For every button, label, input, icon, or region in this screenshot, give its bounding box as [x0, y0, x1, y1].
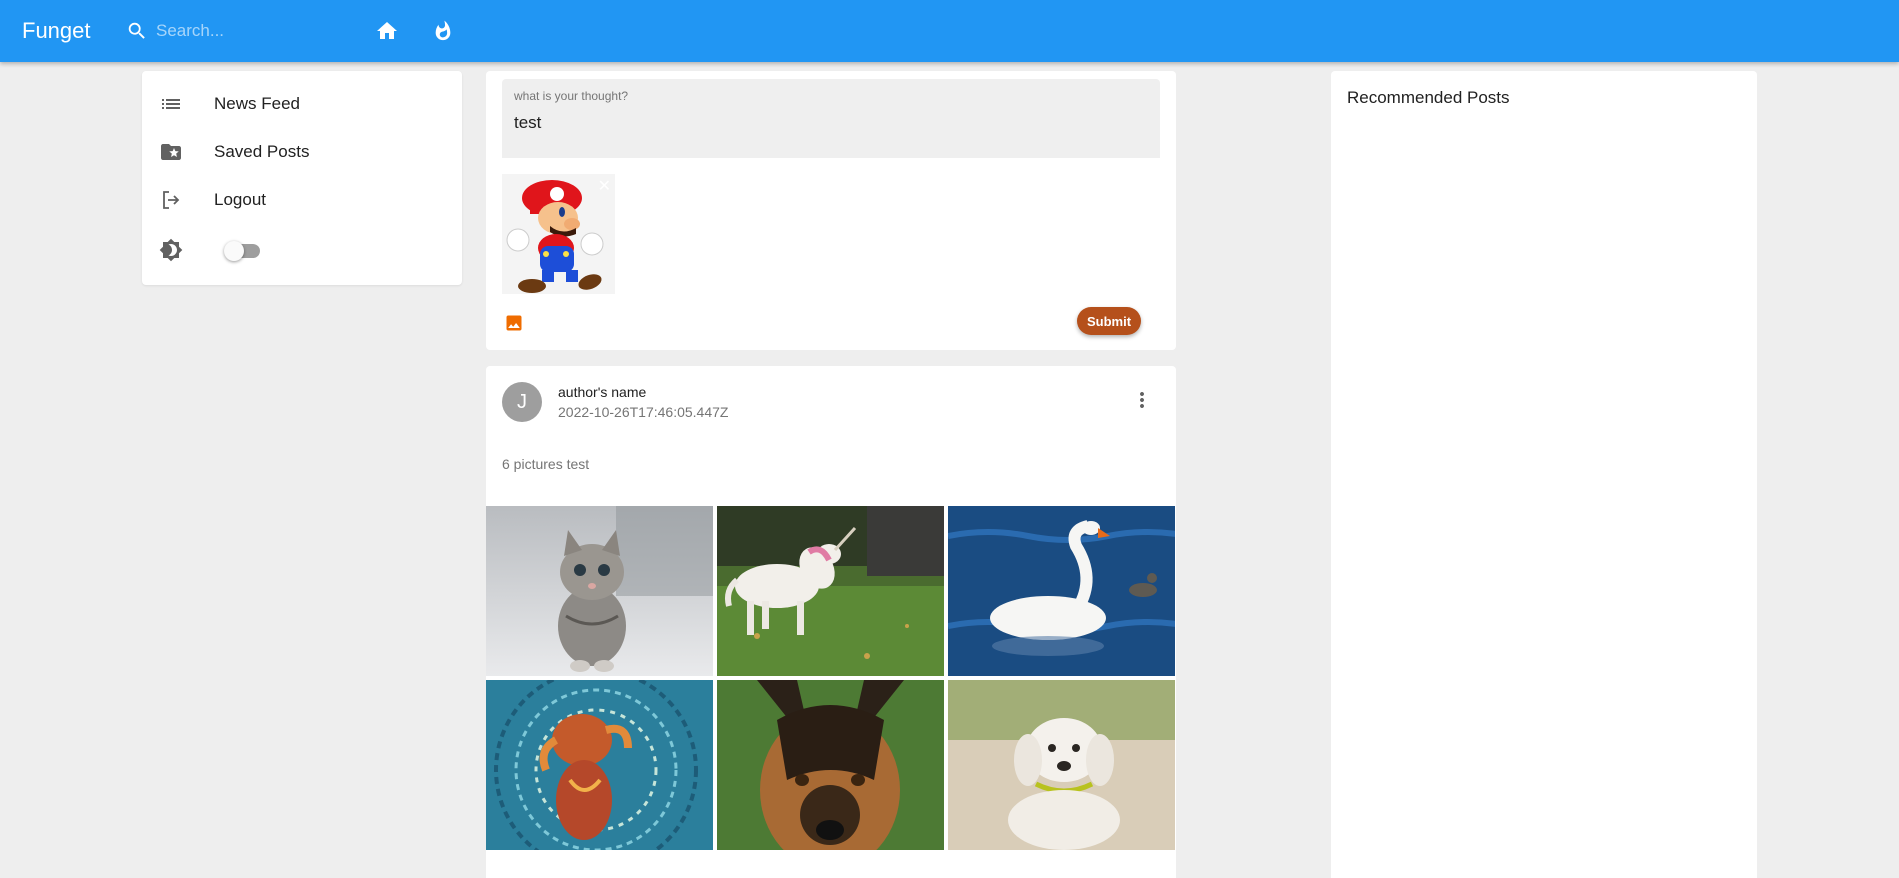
thought-field[interactable]: what is your thought? [502, 79, 1160, 158]
post-date: 2022-10-26T17:46:05.447Z [558, 404, 729, 420]
sidebar: News Feed Saved Posts Logout [142, 71, 462, 285]
image-preview: ✕ [502, 174, 615, 294]
remove-image-icon[interactable]: ✕ [598, 176, 611, 196]
sidebar-item-label: Saved Posts [214, 142, 310, 161]
submit-button[interactable]: Submit [1077, 307, 1141, 335]
home-icon[interactable] [374, 18, 400, 44]
recommended-posts-panel: Recommended Posts [1331, 71, 1757, 878]
swan-image[interactable] [948, 506, 1175, 676]
sidebar-item-theme [142, 226, 462, 274]
list-icon [158, 91, 184, 117]
unicorn-image[interactable] [717, 506, 944, 676]
kitten-image[interactable] [486, 506, 713, 676]
dark-mode-toggle[interactable] [224, 240, 264, 261]
sidebar-item-logout[interactable]: Logout [142, 176, 462, 224]
search-input[interactable] [156, 21, 346, 41]
post-card: J author's name 2022-10-26T17:46:05.447Z… [486, 366, 1176, 878]
painted-dog-image[interactable] [486, 680, 713, 850]
white-puppy-image[interactable] [948, 680, 1175, 850]
sidebar-item-news-feed[interactable]: News Feed [142, 80, 462, 128]
search-box[interactable] [126, 17, 356, 45]
app-bar: Funget [0, 0, 1899, 62]
whatshot-icon[interactable] [430, 18, 456, 44]
toggle-thumb [224, 241, 244, 261]
avatar[interactable]: J [502, 382, 542, 422]
post-composer: what is your thought? test ✕ Submit [486, 71, 1176, 350]
sidebar-item-label: News Feed [214, 94, 300, 113]
thought-field-label: what is your thought? [514, 89, 629, 103]
german-shepherd-image[interactable] [717, 680, 944, 850]
search-icon [128, 22, 145, 39]
brand-logo[interactable]: Funget [22, 18, 91, 44]
sidebar-item-saved-posts[interactable]: Saved Posts [142, 128, 462, 176]
sidebar-item-label: Logout [214, 190, 266, 209]
add-image-icon[interactable] [504, 313, 524, 333]
more-vert-icon[interactable] [1130, 388, 1154, 412]
folder-special-icon [158, 139, 184, 165]
author-name[interactable]: author's name [558, 384, 646, 400]
post-text: 6 pictures test [502, 456, 590, 472]
recommended-posts-title: Recommended Posts [1347, 88, 1510, 107]
brightness-icon [158, 237, 184, 263]
logout-icon [158, 187, 184, 213]
thought-input[interactable] [514, 113, 1144, 153]
